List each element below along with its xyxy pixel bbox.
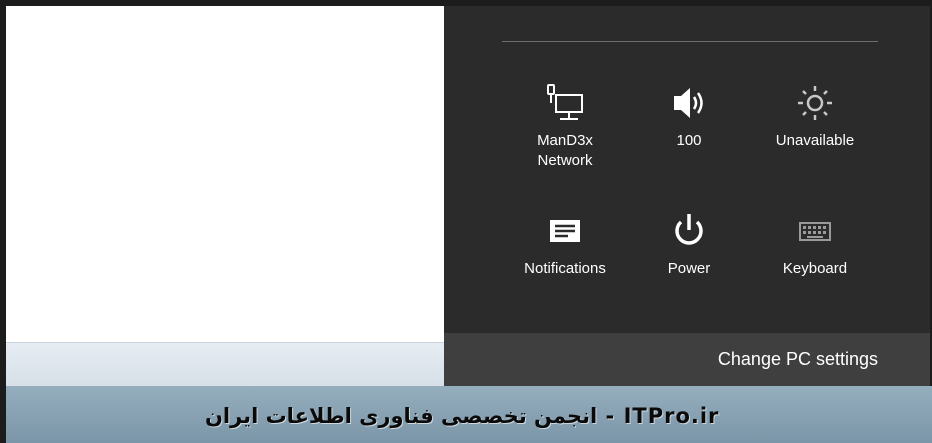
notifications-icon (505, 211, 625, 251)
desktop-area (6, 6, 444, 342)
brightness-tile[interactable]: Unavailable (755, 83, 875, 151)
divider (502, 41, 878, 42)
notifications-label: Notifications (524, 260, 606, 277)
brightness-label: Unavailable (775, 132, 855, 149)
desktop-strip (6, 342, 444, 387)
change-pc-settings-label: Change PC settings (717, 349, 878, 369)
watermark-text: ITPro.ir - انجمن تخصصی فناوری اطلاعات ای… (205, 404, 720, 428)
network-label-line1: ManD3x (537, 132, 593, 149)
settings-charm-panel: ManD3x Network 100 Unavailable Notificat… (444, 6, 930, 386)
keyboard-label: Keyboard (782, 260, 848, 277)
network-label-line2: Network (537, 152, 593, 169)
volume-tile[interactable]: 100 (629, 83, 749, 151)
notifications-tile[interactable]: Notifications (505, 211, 625, 279)
power-icon (629, 211, 749, 251)
volume-icon (629, 83, 749, 123)
keyboard-tile[interactable]: Keyboard (755, 211, 875, 279)
volume-label: 100 (676, 132, 702, 149)
network-icon (505, 83, 625, 123)
power-tile[interactable]: Power (629, 211, 749, 279)
network-tile[interactable]: ManD3x Network (505, 83, 625, 171)
change-pc-settings-button[interactable]: Change PC settings (444, 333, 930, 386)
brightness-icon (755, 83, 875, 123)
power-label: Power (667, 260, 711, 277)
keyboard-icon (755, 211, 875, 251)
